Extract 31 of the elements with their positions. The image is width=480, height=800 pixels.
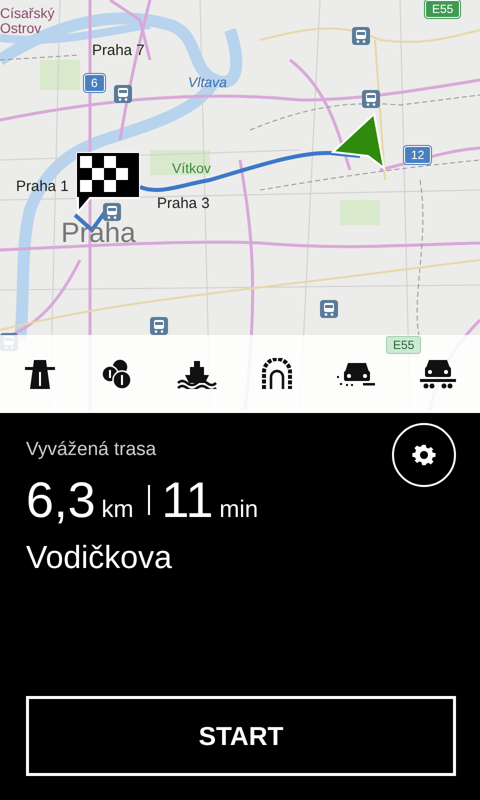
- train-station-icon: [150, 317, 168, 335]
- train-station-icon: [103, 203, 121, 221]
- map-label: Vltava: [188, 75, 227, 90]
- car-on-train-icon[interactable]: [420, 358, 456, 390]
- distance-unit: km: [102, 496, 134, 524]
- train-station-icon: [352, 27, 370, 45]
- park-area: [340, 200, 380, 225]
- road-number-sign: E55: [386, 336, 422, 354]
- train-station-icon: [320, 300, 338, 318]
- settings-icon: [412, 443, 436, 467]
- train-station-icon: [114, 85, 132, 103]
- start-button[interactable]: START: [26, 696, 456, 776]
- park-area: [40, 60, 80, 90]
- map-label: Praha 1: [16, 179, 69, 196]
- map-label: Praha 7: [92, 43, 145, 60]
- tunnel-icon[interactable]: [260, 358, 293, 390]
- duration-value: 11: [162, 475, 214, 525]
- road-number-sign: 12: [404, 146, 432, 164]
- road-number-sign: E55: [425, 0, 460, 18]
- destination-flag-icon: [76, 152, 140, 216]
- duration-unit: min: [219, 496, 258, 524]
- map-label: Císařský Ostrov: [0, 6, 56, 37]
- distance-value: 6,3: [26, 475, 96, 525]
- road-number-sign: 6: [84, 74, 105, 92]
- map-label: Vítkov: [172, 161, 211, 176]
- street-name: Vodičkova: [26, 539, 172, 576]
- train-station-icon: [362, 90, 380, 108]
- map-label: Praha 3: [157, 196, 210, 212]
- route-type-label: Vyvážená trasa: [26, 439, 156, 461]
- park-area: [150, 150, 210, 175]
- ship-icon[interactable]: [177, 359, 218, 389]
